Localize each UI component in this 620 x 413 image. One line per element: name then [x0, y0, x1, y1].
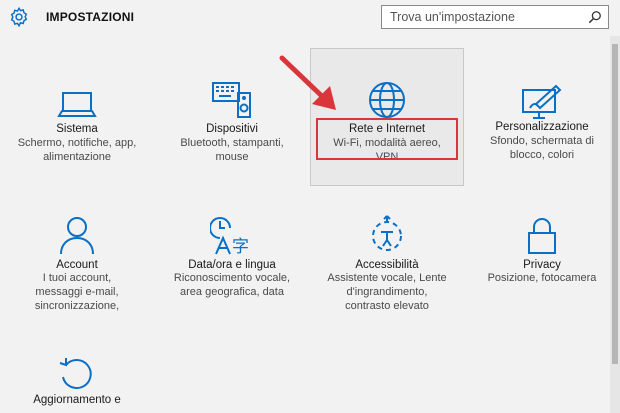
tile-desc: blocco, colori	[509, 149, 575, 161]
tile-desc: contrasto elevato	[345, 300, 429, 312]
account-icon	[60, 217, 94, 255]
page-title: IMPOSTAZIONI	[46, 10, 135, 24]
scrollbar[interactable]	[610, 36, 620, 413]
header-bar: IMPOSTAZIONI	[0, 0, 620, 36]
tile-personalizzazione[interactable]: Personalizzazione Sfondo, schermata di b…	[465, 70, 619, 180]
tile-account[interactable]: Account I tuoi account, messaggi e-mail,…	[0, 210, 154, 320]
personalization-icon	[522, 84, 562, 119]
tile-privacy[interactable]: Privacy Posizione, fotocamera	[465, 210, 619, 320]
tile-label: Data/ora e lingua	[188, 259, 276, 271]
tile-desc: d'ingrandimento,	[346, 286, 428, 298]
tile-desc: mouse	[215, 151, 249, 163]
search-icon[interactable]	[588, 10, 602, 24]
annotation-highlight-box	[316, 118, 458, 160]
tile-desc: I tuoi account,	[42, 272, 112, 284]
tile-accessibilita[interactable]: Accessibilità Assistente vocale, Lente d…	[310, 210, 464, 320]
tile-label: Aggiornamento e	[33, 394, 121, 406]
tile-desc: Posizione, fotocamera	[487, 272, 597, 284]
tile-desc: sincronizzazione,	[34, 300, 120, 312]
accessibility-icon	[372, 215, 402, 251]
tile-desc: Sfondo, schermata di	[490, 135, 594, 147]
tile-label: Dispositivi	[206, 123, 258, 135]
update-icon	[59, 358, 92, 390]
tile-desc: Riconoscimento vocale,	[173, 272, 291, 284]
tile-desc: area geografica, data	[180, 286, 284, 298]
svg-text:字: 字	[232, 237, 249, 256]
tile-label: Account	[56, 259, 98, 271]
lock-icon	[528, 218, 556, 254]
scrollbar-thumb[interactable]	[612, 44, 618, 364]
tile-data-ora-lingua[interactable]: 字 Data/ora e lingua Riconoscimento vocal…	[155, 210, 309, 320]
search-box[interactable]	[381, 5, 609, 29]
tile-label: Personalizzazione	[495, 121, 589, 133]
tile-label: Privacy	[523, 259, 561, 271]
time-language-icon: 字	[210, 217, 249, 256]
devices-icon	[212, 82, 251, 118]
tile-label: Sistema	[56, 123, 98, 135]
tile-aggiornamento[interactable]: Aggiornamento e	[0, 345, 154, 413]
annotation-arrow-icon	[279, 55, 336, 110]
globe-icon	[369, 82, 405, 118]
gear-icon	[10, 6, 28, 28]
tile-desc: alimentazione	[43, 151, 111, 163]
tile-sistema[interactable]: Sistema Schermo, notifiche, app, aliment…	[0, 70, 154, 180]
tile-desc: Assistente vocale, Lente	[327, 272, 447, 284]
search-input[interactable]	[382, 6, 582, 28]
tile-desc: messaggi e-mail,	[35, 286, 119, 298]
laptop-icon	[57, 92, 97, 117]
tile-desc: Bluetooth, stampanti,	[180, 137, 284, 149]
tile-label: Accessibilità	[355, 259, 419, 271]
tile-desc: Schermo, notifiche, app,	[17, 137, 137, 149]
